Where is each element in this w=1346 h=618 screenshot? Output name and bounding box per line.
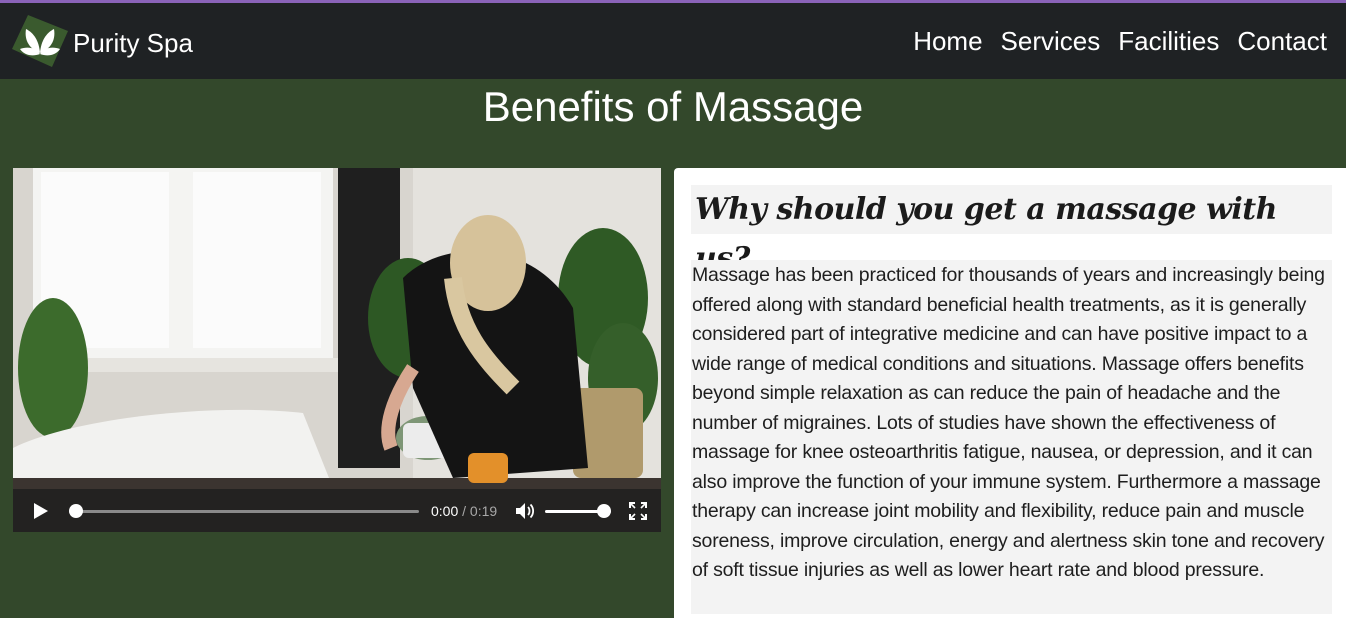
volume-slider[interactable]: [545, 503, 612, 518]
nav-contact[interactable]: Contact: [1237, 26, 1327, 57]
section-heading: Why should you get a massage with us?: [691, 185, 1332, 276]
video-frame-image: [13, 168, 661, 532]
video-controls: 0:00 / 0:19: [13, 489, 661, 532]
seek-slider[interactable]: [69, 503, 419, 518]
play-button[interactable]: [29, 499, 53, 523]
brand-link[interactable]: Purity Spa: [12, 13, 193, 69]
nav-services[interactable]: Services: [1001, 26, 1101, 57]
mute-button[interactable]: [513, 499, 537, 523]
current-time: 0:00: [431, 502, 459, 519]
nav-home[interactable]: Home: [913, 26, 982, 57]
navbar: Purity Spa Home Services Facilities Cont…: [0, 3, 1346, 79]
volume-icon: [516, 502, 535, 519]
time-display: 0:00 / 0:19: [431, 503, 497, 519]
seek-thumb[interactable]: [69, 503, 83, 518]
video-player[interactable]: 0:00 / 0:19: [13, 168, 661, 532]
fullscreen-icon: [629, 501, 648, 520]
main-nav: Home Services Facilities Contact: [895, 26, 1327, 57]
nav-facilities[interactable]: Facilities: [1118, 26, 1219, 57]
benefits-panel: Why should you get a massage with us? Ma…: [674, 168, 1346, 618]
page-title: Benefits of Massage: [482, 83, 864, 130]
fullscreen-button[interactable]: [627, 500, 649, 522]
duration: / 0:19: [462, 502, 498, 519]
play-icon: [34, 502, 48, 519]
brand-name: Purity Spa: [73, 27, 193, 58]
seek-track: [69, 509, 419, 513]
lotus-leaf-icon: [12, 15, 68, 67]
volume-thumb[interactable]: [597, 503, 612, 518]
benefits-text: Massage has been practiced for thousands…: [691, 260, 1332, 614]
